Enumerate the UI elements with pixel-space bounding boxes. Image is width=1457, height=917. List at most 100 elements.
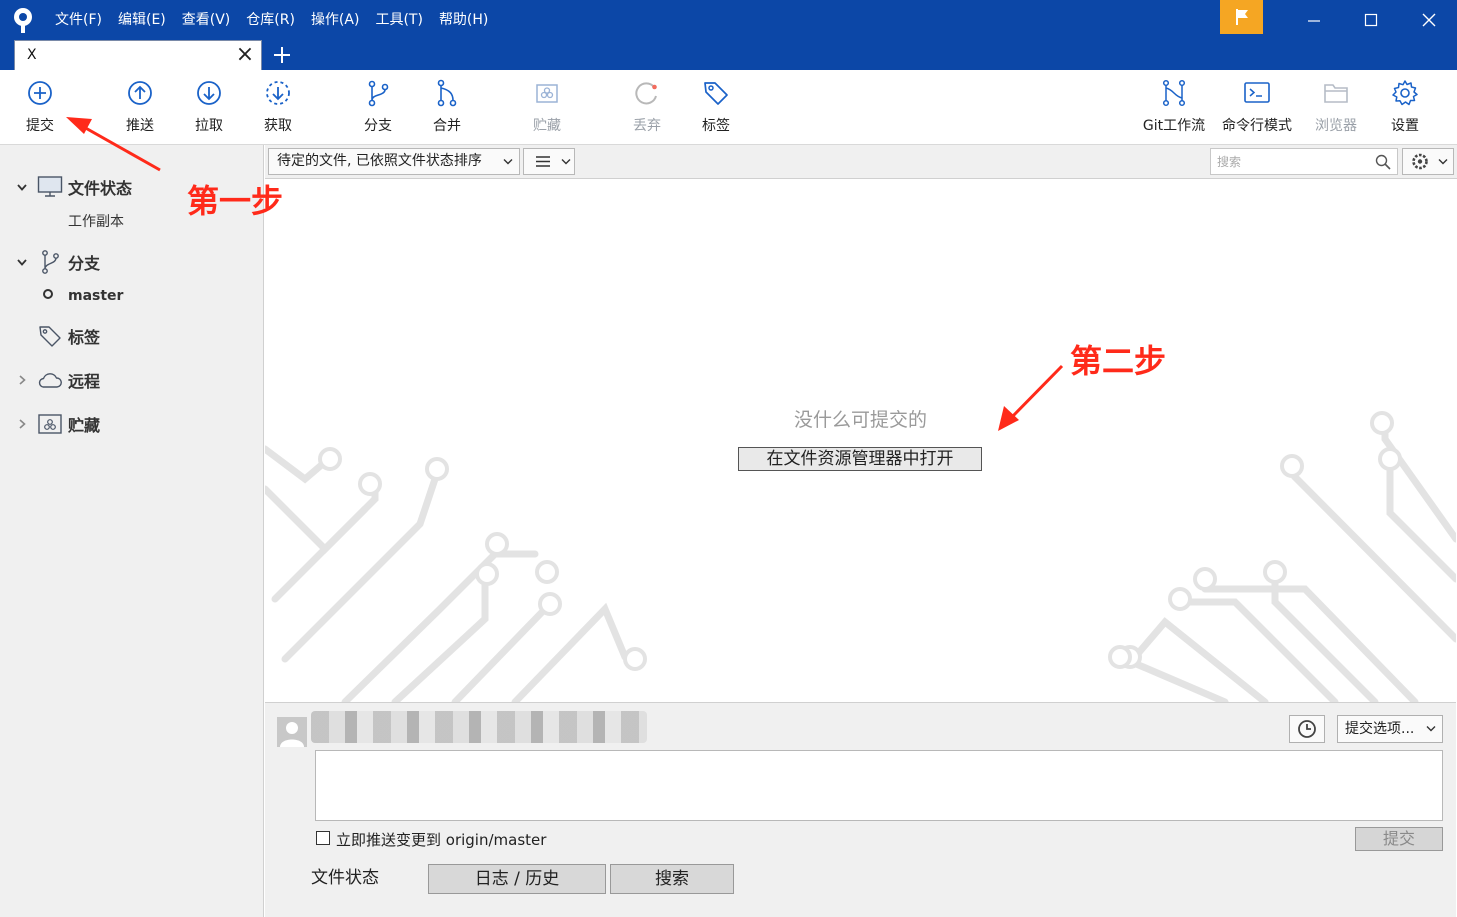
merge-button[interactable]: 合并 — [412, 78, 482, 140]
sidebar-master-label: master — [68, 288, 124, 304]
sidebar-item-remotes[interactable]: 远程 — [0, 366, 100, 394]
chevron-placeholder — [14, 328, 30, 344]
view-mode-dropdown[interactable] — [523, 148, 575, 175]
tag-icon — [704, 82, 728, 105]
menu-actions[interactable]: 操作(A) — [303, 0, 368, 40]
tab-file-status[interactable]: 文件状态 — [265, 864, 425, 894]
author-name-blurred — [311, 711, 647, 743]
sidebar-remotes-label: 远程 — [68, 372, 101, 391]
menu-file[interactable]: 文件(F) — [47, 0, 110, 40]
push-immediately-checkbox[interactable] — [316, 831, 330, 845]
discard-refresh-icon — [635, 82, 657, 105]
chevron-down-icon[interactable] — [14, 179, 30, 195]
sidebar-branches-label: 分支 — [68, 254, 101, 273]
push-label: 推送 — [126, 118, 154, 134]
settings-button[interactable]: 设置 — [1370, 78, 1440, 140]
explorer-button[interactable]: 浏览器 — [1301, 78, 1371, 140]
sidebar-item-tags[interactable]: 标签 — [0, 322, 100, 350]
menu-bar: 文件(F) 编辑(E) 查看(V) 仓库(R) 操作(A) 工具(T) 帮助(H… — [47, 0, 496, 40]
flag-icon — [1235, 9, 1248, 25]
sourcetree-logo-icon — [14, 8, 32, 33]
sidebar-item-branches[interactable]: 分支 — [0, 248, 100, 276]
tab-log-history[interactable]: 日志 / 历史 — [428, 864, 606, 894]
pull-button[interactable]: 拉取 — [174, 78, 244, 140]
explorer-label: 浏览器 — [1315, 118, 1357, 134]
list-view-icon — [536, 156, 571, 167]
tag-button[interactable]: 标签 — [681, 78, 751, 140]
merge-icon — [437, 79, 457, 107]
file-search-input[interactable] — [1217, 153, 1367, 171]
search-icon — [1375, 154, 1391, 170]
pull-label: 拉取 — [195, 118, 223, 134]
commit-toolbar-label: 提交 — [26, 118, 54, 134]
branch-label: 分支 — [364, 118, 392, 134]
repo-tab[interactable]: X × — [14, 40, 262, 71]
commit-panel: 提交选项... 立即推送变更到 origin/master 提交 — [265, 702, 1456, 864]
stash-box-icon — [36, 411, 64, 437]
commit-options-dropdown[interactable]: 提交选项... — [1337, 715, 1443, 743]
current-branch-icon — [42, 288, 54, 304]
maximize-button[interactable] — [1342, 0, 1399, 40]
commit-options-label: 提交选项... — [1345, 721, 1415, 737]
sidebar-tags-label: 标签 — [68, 328, 101, 347]
commit-message-input[interactable] — [315, 750, 1443, 821]
menu-help[interactable]: 帮助(H) — [431, 0, 496, 40]
discard-label: 丢弃 — [633, 118, 661, 134]
chevron-down-icon[interactable] — [14, 254, 30, 270]
commit-button[interactable]: 提交 — [1355, 827, 1443, 851]
new-tab-button[interactable] — [268, 40, 296, 70]
sidebar-stashes-label: 贮藏 — [68, 416, 101, 435]
tab-close-icon[interactable]: × — [235, 43, 255, 67]
cloud-icon — [36, 367, 64, 393]
gear-icon — [1412, 153, 1448, 170]
tag-icon — [36, 323, 64, 349]
sidebar-item-stashes[interactable]: 贮藏 — [0, 410, 100, 438]
push-immediately-label[interactable]: 立即推送变更到 origin/master — [336, 829, 546, 850]
terminal-button[interactable]: 命令行模式 — [1222, 78, 1292, 140]
minimize-button[interactable] — [1285, 0, 1342, 40]
fetch-dashed-arrow-icon — [266, 81, 290, 105]
menu-tools[interactable]: 工具(T) — [367, 0, 430, 40]
file-options-dropdown[interactable] — [1402, 148, 1454, 175]
merge-label: 合并 — [433, 118, 461, 134]
git-flow-label: Git工作流 — [1142, 118, 1206, 134]
close-icon — [1422, 13, 1435, 27]
annotation-step-two: 第二步 — [1070, 342, 1167, 380]
push-arrow-up-icon — [128, 81, 152, 105]
nothing-to-commit-message: 没什么可提交的 — [793, 409, 927, 431]
toolbar: 提交 推送 拉取 获取 分支 合并 贮藏 丢弃 标签 Git工作流 命令行模式 — [0, 70, 1457, 145]
file-search-box[interactable] — [1210, 148, 1398, 175]
open-in-explorer-button[interactable]: 在文件资源管理器中打开 — [738, 447, 982, 471]
tab-search[interactable]: 搜索 — [610, 864, 734, 894]
chevron-down-icon — [1426, 726, 1436, 732]
flag-button[interactable] — [1220, 0, 1263, 34]
branch-button[interactable]: 分支 — [343, 78, 413, 140]
fetch-button[interactable]: 获取 — [243, 78, 313, 140]
push-button[interactable]: 推送 — [105, 78, 175, 140]
title-bar: 文件(F) 编辑(E) 查看(V) 仓库(R) 操作(A) 工具(T) 帮助(H… — [0, 0, 1457, 40]
menu-repository[interactable]: 仓库(R) — [238, 0, 303, 40]
stash-button[interactable]: 贮藏 — [512, 78, 582, 140]
file-sort-dropdown[interactable]: 待定的文件, 已依照文件状态排序 — [268, 148, 520, 175]
sidebar-item-master[interactable]: master — [42, 282, 123, 310]
sidebar-item-working-copy[interactable]: 工作副本 — [68, 211, 124, 231]
menu-view[interactable]: 查看(V) — [174, 0, 239, 40]
chevron-right-icon[interactable] — [14, 416, 30, 432]
menu-edit[interactable]: 编辑(E) — [110, 0, 174, 40]
git-flow-button[interactable]: Git工作流 — [1139, 78, 1209, 140]
commit-history-button[interactable] — [1289, 715, 1325, 743]
commit-toolbar-button[interactable]: 提交 — [5, 78, 75, 140]
close-window-button[interactable] — [1400, 0, 1457, 40]
commit-plus-icon — [28, 81, 52, 105]
discard-button[interactable]: 丢弃 — [612, 78, 682, 140]
terminal-icon — [1244, 82, 1270, 103]
chevron-down-icon — [503, 159, 513, 165]
monitor-icon — [36, 174, 64, 200]
folder-icon — [1324, 84, 1348, 103]
chevron-right-icon[interactable] — [14, 372, 30, 388]
repo-tab-title: X — [27, 47, 37, 63]
plus-icon — [274, 47, 290, 63]
sidebar-item-file-status[interactable]: 文件状态 — [0, 173, 132, 201]
bottom-tab-bar: 文件状态 日志 / 历史 搜索 — [265, 864, 1456, 917]
annotation-step-one: 第一步 — [187, 182, 284, 220]
